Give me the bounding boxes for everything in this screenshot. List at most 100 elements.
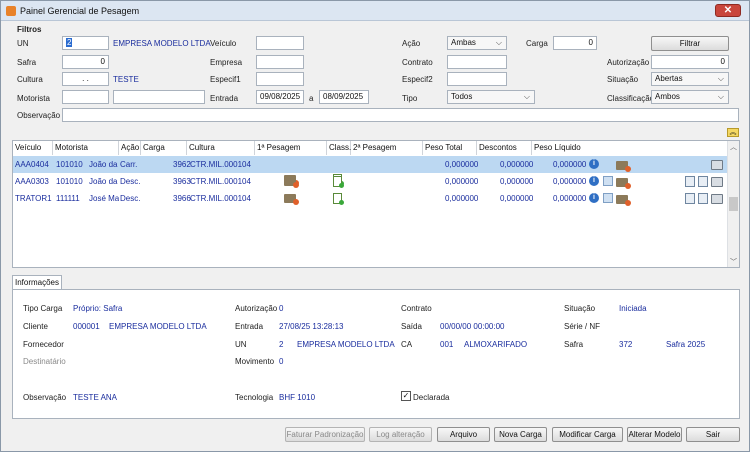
especif2-input[interactable] (447, 72, 507, 86)
truck-icon[interactable] (284, 194, 299, 205)
chevron-down-icon: ⌵ (495, 38, 502, 47)
chevron-down-icon: ⌵ (717, 74, 724, 83)
entrada-from-input[interactable]: 09/08/2025 (256, 90, 304, 104)
classification-icon[interactable] (333, 176, 344, 188)
safra-input[interactable]: 0 (62, 55, 109, 69)
cell-acao: Carr. (120, 160, 138, 169)
tipo-carga-label: Tipo Carga (23, 304, 63, 313)
grid-icon[interactable] (603, 193, 613, 203)
un-input[interactable]: 2 (62, 36, 109, 50)
cultura-input[interactable]: . . (62, 72, 109, 86)
modificar-carga-button[interactable]: Modificar Carga (552, 427, 623, 442)
serie-nf-label: Série / NF (564, 322, 601, 331)
ca-code: 001 (440, 340, 454, 349)
scroll-thumb[interactable] (729, 197, 738, 211)
especif1-input[interactable] (256, 72, 304, 86)
filter-button[interactable]: Filtrar (651, 36, 729, 51)
entrada-label: Entrada (210, 94, 239, 103)
ca-name: ALMOXARIFADO (464, 340, 528, 349)
nova-carga-button[interactable]: Nova Carga (494, 427, 547, 442)
info-icon[interactable]: i (589, 193, 599, 203)
alterar-modelo-button[interactable]: Alterar Modelo (627, 427, 682, 442)
document-icon[interactable] (685, 176, 695, 187)
tipo-select[interactable]: Todos ⌵ (447, 90, 535, 104)
classification-icon[interactable] (333, 193, 344, 205)
empresa-label: Empresa (210, 58, 243, 67)
acao-label: Ação (402, 39, 421, 48)
log-alteracao-button[interactable]: Log alteração (369, 427, 432, 442)
situacao-label: Situação (564, 304, 596, 313)
un-code: 2 (279, 340, 284, 349)
col-veiculo[interactable]: Veículo (13, 141, 53, 155)
print-icon[interactable] (711, 194, 723, 204)
col-carga[interactable]: Carga (141, 141, 187, 155)
autorizacao-label: Autorização (235, 304, 278, 313)
fornecedor-label: Fornecedor (23, 340, 64, 349)
print-icon[interactable] (711, 177, 723, 187)
faturar-padronizacao-button[interactable]: Faturar Padronização (285, 427, 365, 442)
motorista-name-input[interactable] (113, 90, 205, 104)
col-primeira-pesagem[interactable]: 1ª Pesagem (255, 141, 327, 155)
contrato-input[interactable] (447, 55, 507, 69)
col-peso-total[interactable]: Peso Total (423, 141, 477, 155)
document-icon[interactable] (698, 193, 708, 204)
col-segunda-pesagem[interactable]: 2ª Pesagem (351, 141, 423, 155)
truck-icon[interactable] (616, 195, 631, 206)
close-button[interactable]: ✕ (715, 4, 741, 17)
tab-informacoes[interactable]: Informações (12, 275, 62, 290)
col-acao[interactable]: Ação (119, 141, 141, 155)
cell-peso-liquido: 0,000000 (553, 160, 587, 169)
autorizacao-value: 0 (279, 304, 284, 313)
cell-peso-liquido: 0,000000 (553, 194, 587, 203)
observacao-input[interactable] (62, 108, 739, 122)
cliente-name: EMPRESA MODELO LTDA (109, 322, 207, 331)
sair-button[interactable]: Sair (686, 427, 740, 442)
entrada-to-input[interactable]: 08/09/2025 (319, 90, 369, 104)
carga-input[interactable]: 0 (553, 36, 597, 50)
truck-icon[interactable] (616, 161, 631, 172)
document-icon[interactable] (685, 193, 695, 204)
arquivo-button[interactable]: Arquivo (437, 427, 490, 442)
situacao-select[interactable]: Abertas ⌵ (651, 72, 729, 86)
col-peso-liquido[interactable]: Peso Líquido (532, 141, 587, 155)
col-motorista[interactable]: Motorista (53, 141, 119, 155)
table-row[interactable]: AAA0404 101010 João da ! Carr. 3962 CTR.… (13, 156, 727, 186)
cell-motorista-name: José Mar (89, 194, 119, 203)
print-icon[interactable] (711, 160, 723, 170)
tipo-carga-value: Próprio: Safra (73, 304, 123, 313)
grid-icon[interactable] (603, 176, 613, 186)
declarada-checkbox[interactable]: ✓ (401, 391, 411, 401)
table-row[interactable]: TRATOR1 111111 José Mar Desc. 3966 CTR.M… (13, 190, 727, 207)
col-cultura[interactable]: Cultura (187, 141, 255, 155)
info-icon[interactable]: i (589, 159, 599, 169)
un-label: UN (17, 39, 29, 48)
cell-veiculo: AAA0303 (15, 177, 49, 186)
document-icon[interactable] (698, 176, 708, 187)
veiculo-input[interactable] (256, 36, 304, 50)
movimento-label: Movimento (235, 357, 275, 366)
cell-peso-liquido: 0,000000 (553, 177, 587, 186)
cell-veiculo: AAA0404 (15, 160, 49, 169)
scroll-down-icon[interactable]: ﹀ (730, 257, 737, 267)
scroll-up-icon[interactable]: ︿ (730, 142, 737, 152)
empresa-input[interactable] (256, 55, 304, 69)
filters-title: Filtros (17, 25, 42, 34)
col-class[interactable]: Class. (327, 141, 351, 155)
weighings-grid: Veículo Motorista Ação Carga Cultura 1ª … (12, 140, 740, 268)
safra-name: Safra 2025 (666, 340, 706, 349)
classificacao-select[interactable]: Ambos ⌵ (651, 90, 729, 104)
truck-icon[interactable] (616, 178, 631, 189)
motorista-input[interactable] (62, 90, 109, 104)
acao-select[interactable]: Ambas ⌵ (447, 36, 507, 50)
collapse-icon[interactable]: ︽ (727, 128, 739, 137)
cell-veiculo: TRATOR1 (15, 194, 52, 203)
table-row[interactable]: AAA0303 101010 João da ! Desc. 3963 CTR.… (13, 173, 727, 190)
vertical-scrollbar[interactable]: ︿ ﹀ (727, 141, 739, 267)
col-descontos[interactable]: Descontos (477, 141, 532, 155)
title-bar: Painel Gerencial de Pesagem ✕ (1, 1, 749, 21)
autorizacao-input[interactable]: 0 (651, 55, 729, 69)
truck-icon[interactable] (284, 177, 299, 188)
info-icon[interactable]: i (589, 176, 599, 186)
main-window: Painel Gerencial de Pesagem ✕ Filtros UN… (0, 0, 750, 452)
safra-label: Safra (564, 340, 584, 349)
